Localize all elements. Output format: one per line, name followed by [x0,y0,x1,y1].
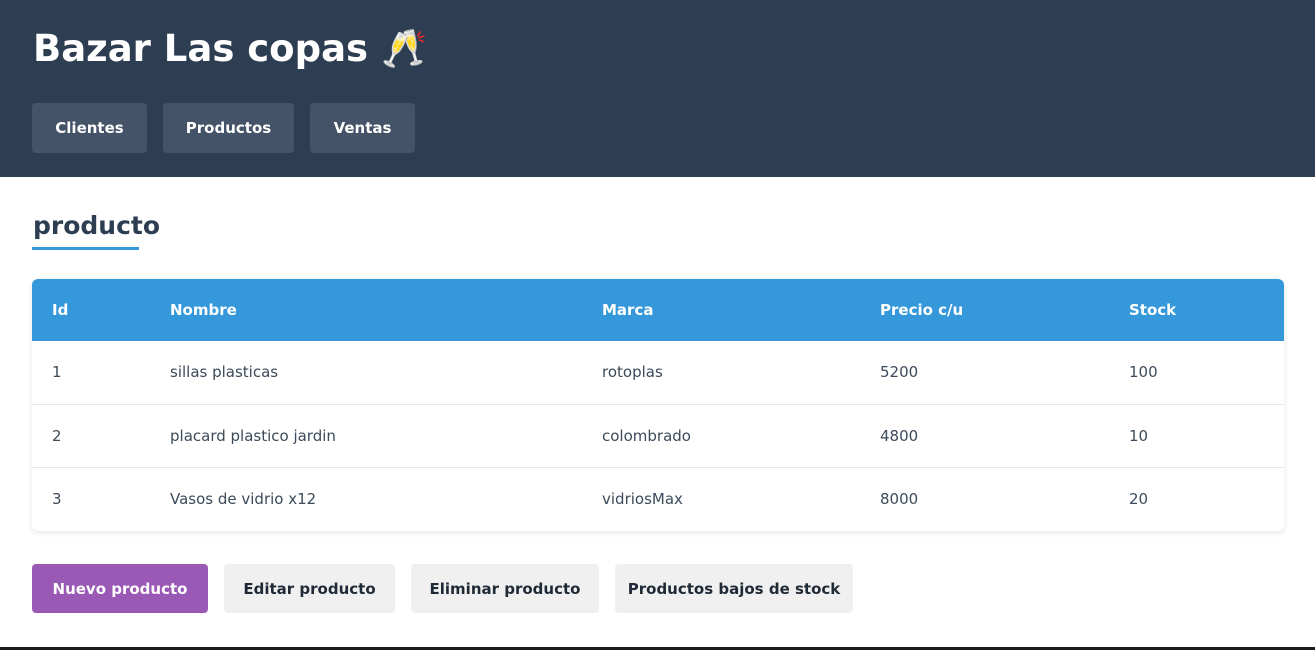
cell-id: 1 [52,363,62,381]
cell-nombre: sillas plasticas [170,363,279,381]
low-stock-products-button[interactable]: Productos bajos de stock [615,564,853,613]
section-title-underline [32,247,139,250]
new-product-button[interactable]: Nuevo producto [32,564,208,613]
cell-stock: 20 [1129,490,1149,508]
cell-id: 2 [52,427,62,445]
products-table: Id Nombre Marca Precio c/u Stock 1 silla… [32,279,1284,531]
column-header-stock[interactable]: Stock [1129,279,1176,341]
cell-precio: 5200 [880,363,919,381]
cell-marca: colombrado [602,427,691,445]
column-header-nombre[interactable]: Nombre [170,279,237,341]
table-header-row: Id Nombre Marca Precio c/u Stock [32,279,1284,341]
nav-button-ventas[interactable]: Ventas [310,103,415,153]
cell-marca: vidriosMax [602,490,683,508]
cell-precio: 8000 [880,490,919,508]
cell-nombre: Vasos de vidrio x12 [170,490,317,508]
cell-nombre: placard plastico jardin [170,427,336,445]
delete-product-button[interactable]: Eliminar producto [411,564,599,613]
column-header-id[interactable]: Id [52,279,68,341]
cell-stock: 100 [1129,363,1158,381]
app-header: Bazar Las copas 🥂 Clientes Productos Ven… [0,0,1315,177]
cell-marca: rotoplas [602,363,663,381]
cell-stock: 10 [1129,427,1149,445]
table-row[interactable]: 3 Vasos de vidrio x12 vidriosMax 8000 20 [32,467,1284,530]
cell-precio: 4800 [880,427,919,445]
section-title: producto [33,211,161,240]
nav-button-productos[interactable]: Productos [163,103,294,153]
table-row[interactable]: 1 sillas plasticas rotoplas 5200 100 [32,341,1284,404]
cell-id: 3 [52,490,62,508]
nav-button-clientes[interactable]: Clientes [32,103,147,153]
table-row[interactable]: 2 placard plastico jardin colombrado 480… [32,404,1284,467]
column-header-marca[interactable]: Marca [602,279,653,341]
edit-product-button[interactable]: Editar producto [224,564,395,613]
column-header-precio[interactable]: Precio c/u [880,279,963,341]
app-title: Bazar Las copas 🥂 [33,27,428,70]
